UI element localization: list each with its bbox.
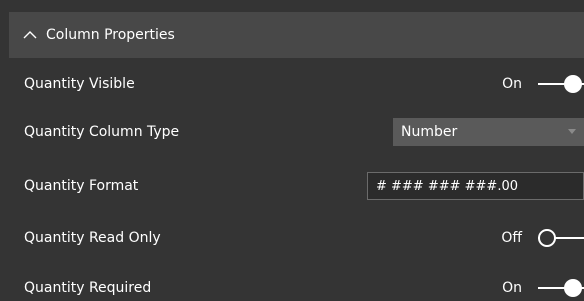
select-value: Number xyxy=(401,124,458,140)
toggle-switch-on[interactable] xyxy=(536,73,584,95)
toggle-state-text: Off xyxy=(501,230,522,246)
quantity-read-only-row: Quantity Read Only Off xyxy=(0,212,584,264)
quantity-visible-label: Quantity Visible xyxy=(24,76,135,92)
quantity-required-row: Quantity Required On xyxy=(0,262,584,301)
section-title: Column Properties xyxy=(46,27,175,43)
column-properties-panel: Column Properties Quantity Visible On Qu… xyxy=(0,0,584,301)
quantity-read-only-label: Quantity Read Only xyxy=(24,230,161,246)
quantity-read-only-toggle[interactable]: Off xyxy=(501,225,584,251)
quantity-required-label: Quantity Required xyxy=(24,280,152,296)
quantity-column-type-row: Quantity Column Type Number xyxy=(0,106,584,158)
toggle-knob xyxy=(538,229,556,247)
column-properties-header[interactable]: Column Properties xyxy=(9,12,584,58)
quantity-format-row: Quantity Format xyxy=(0,160,584,212)
toggle-state-text: On xyxy=(502,76,522,92)
toggle-state-text: On xyxy=(502,280,522,296)
quantity-required-toggle[interactable]: On xyxy=(502,275,584,301)
chevron-up-icon xyxy=(23,31,37,39)
quantity-visible-row: Quantity Visible On xyxy=(0,58,584,110)
toggle-knob xyxy=(564,75,582,93)
quantity-format-input[interactable] xyxy=(367,172,584,200)
toggle-switch-on[interactable] xyxy=(536,277,584,299)
quantity-column-type-label: Quantity Column Type xyxy=(24,124,180,140)
quantity-format-label: Quantity Format xyxy=(24,178,139,194)
dropdown-arrow-icon xyxy=(568,129,576,134)
toggle-switch-off[interactable] xyxy=(536,227,584,249)
toggle-knob xyxy=(564,279,582,297)
quantity-column-type-select[interactable]: Number xyxy=(393,118,584,146)
quantity-visible-toggle[interactable]: On xyxy=(502,71,584,97)
